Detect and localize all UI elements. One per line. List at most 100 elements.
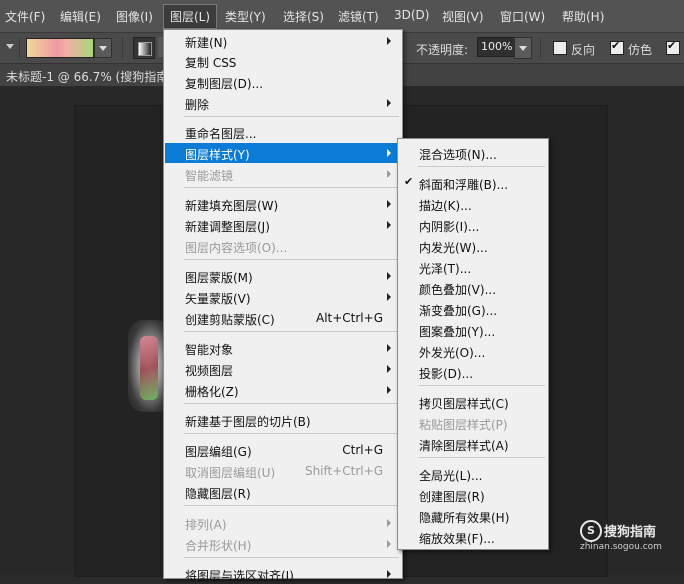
menu-item-label: 排列(A) — [185, 518, 227, 532]
submenu-item-clear-layer-style[interactable]: 清除图层样式(A) — [399, 434, 547, 454]
menu-item-align-to-selection[interactable]: 将图层与选区对齐(I) — [165, 564, 401, 584]
submenu-item-hide-all-effects[interactable]: 隐藏所有效果(H) — [399, 506, 547, 526]
divider — [122, 37, 123, 59]
menu-item-label: 隐藏图层(R) — [185, 487, 251, 501]
menu-item-layer-mask[interactable]: 图层蒙版(M) — [165, 266, 401, 286]
menu-item-label: 斜面和浮雕(B)... — [419, 178, 509, 192]
menu-window[interactable]: 窗口(W) — [500, 8, 545, 25]
menu-item-new-adjustment-layer[interactable]: 新建调整图层(J) — [165, 215, 401, 235]
linear-gradient-button[interactable] — [133, 37, 155, 59]
menu-item-rasterize[interactable]: 栅格化(Z) — [165, 380, 401, 400]
submenu-item-outer-glow[interactable]: 外发光(O)... — [399, 341, 547, 361]
check-icon: ✔ — [404, 175, 414, 188]
submenu-item-global-light[interactable]: 全局光(L)... — [399, 464, 547, 484]
gradient-swatch[interactable] — [26, 38, 94, 58]
menu-item-delete[interactable]: 删除 — [165, 93, 401, 113]
submenu-item-pattern-overlay[interactable]: 图案叠加(Y)... — [399, 320, 547, 340]
menu-item-hide-layers[interactable]: 隐藏图层(R) — [165, 482, 401, 502]
submenu-item-inner-glow[interactable]: 内发光(W)... — [399, 236, 547, 256]
reverse-checkbox[interactable] — [553, 41, 567, 55]
divider — [540, 37, 541, 59]
layer-style-submenu: 混合选项(N)... ✔ 斜面和浮雕(B)... 描边(K)... 内阴影(I).… — [397, 138, 549, 550]
menu-item-layer-content-options[interactable]: 图层内容选项(O)... — [165, 236, 401, 256]
menu-item-label: 新建填充图层(W) — [185, 199, 279, 213]
sogou-watermark: S 搜狗指南 zhinan.sogou.com — [580, 520, 680, 556]
submenu-arrow-icon — [387, 200, 391, 208]
menu-item-duplicate-layer[interactable]: 复制图层(D)... — [165, 72, 401, 92]
watermark-name: 搜狗指南 — [604, 525, 657, 540]
menu-item-new-layer-slice[interactable]: 新建基于图层的切片(B) — [165, 410, 401, 430]
submenu-item-satin[interactable]: 光泽(T)... — [399, 257, 547, 277]
linear-gradient-icon — [138, 42, 152, 56]
menu-item-new[interactable]: 新建(N) — [165, 31, 401, 51]
gradient-picker-dropdown[interactable] — [94, 38, 112, 58]
menu-3d[interactable]: 3D(D) — [394, 8, 429, 22]
submenu-item-inner-shadow[interactable]: 内阴影(I)... — [399, 215, 547, 235]
menu-item-new-fill-layer[interactable]: 新建填充图层(W) — [165, 194, 401, 214]
opacity-input[interactable]: 100% — [477, 37, 516, 57]
submenu-arrow-icon — [387, 570, 391, 578]
menu-item-label: 粘贴图层样式(P) — [419, 418, 508, 432]
submenu-arrow-icon — [387, 149, 391, 157]
submenu-arrow-icon — [387, 344, 391, 352]
menu-item-label: 图案叠加(Y)... — [419, 325, 496, 339]
menu-item-layer-style[interactable]: 图层样式(Y) — [165, 143, 401, 163]
menu-separator — [418, 385, 545, 386]
submenu-item-paste-layer-style[interactable]: 粘贴图层样式(P) — [399, 413, 547, 433]
menu-item-rename-layer[interactable]: 重命名图层... — [165, 122, 401, 142]
menu-item-video-layer[interactable]: 视频图层 — [165, 359, 401, 379]
menu-filter[interactable]: 滤镜(T) — [338, 8, 379, 25]
menu-item-vector-mask[interactable]: 矢量蒙版(V) — [165, 287, 401, 307]
submenu-item-gradient-overlay[interactable]: 渐变叠加(G)... — [399, 299, 547, 319]
submenu-item-blending-options[interactable]: 混合选项(N)... — [399, 143, 547, 163]
submenu-item-create-layer[interactable]: 创建图层(R) — [399, 485, 547, 505]
divider — [19, 37, 20, 59]
menu-separator — [184, 331, 399, 332]
menu-file[interactable]: 文件(F) — [5, 8, 45, 25]
menu-item-label: 创建剪贴蒙版(C) — [185, 313, 275, 327]
layer-menu-dropdown: 新建(N) 复制 CSS 复制图层(D)... 删除 重命名图层... 图层样式… — [163, 29, 403, 583]
submenu-item-scale-effects[interactable]: 缩放效果(F)... — [399, 527, 547, 547]
transparency-checkbox[interactable] — [666, 39, 680, 55]
submenu-item-bevel-emboss[interactable]: ✔ 斜面和浮雕(B)... — [399, 173, 547, 193]
menu-layer[interactable]: 图层(L) — [163, 4, 218, 29]
menu-select[interactable]: 选择(S) — [283, 8, 324, 25]
menu-image[interactable]: 图像(I) — [116, 8, 153, 25]
submenu-item-drop-shadow[interactable]: 投影(D)... — [399, 362, 547, 382]
menu-item-arrange[interactable]: 排列(A) — [165, 513, 401, 533]
menu-item-create-clipping-mask[interactable]: 创建剪贴蒙版(C) Alt+Ctrl+G — [165, 308, 401, 328]
submenu-arrow-icon — [387, 170, 391, 178]
submenu-arrow-icon — [387, 221, 391, 229]
menu-item-label: 删除 — [185, 98, 210, 112]
submenu-item-color-overlay[interactable]: 颜色叠加(V)... — [399, 278, 547, 298]
opacity-label: 不透明度: — [416, 43, 469, 57]
menu-item-copy-css[interactable]: 复制 CSS — [165, 51, 401, 71]
menu-item-label: 新建(N) — [185, 36, 228, 50]
menu-type[interactable]: 类型(Y) — [225, 8, 266, 25]
menu-item-smart-filter[interactable]: 智能滤镜 — [165, 164, 401, 184]
menu-help[interactable]: 帮助(H) — [562, 8, 604, 25]
menu-item-label: 隐藏所有效果(H) — [419, 511, 510, 525]
menu-item-label: 重命名图层... — [185, 127, 257, 141]
menu-view[interactable]: 视图(V) — [442, 8, 484, 25]
menu-item-label: 全局光(L)... — [419, 469, 483, 483]
tool-preset-dropdown-icon[interactable] — [6, 44, 14, 49]
menu-item-label: 复制图层(D)... — [185, 77, 264, 91]
dither-checkbox[interactable] — [610, 39, 624, 55]
sogou-logo-icon: S — [580, 520, 602, 542]
submenu-item-stroke[interactable]: 描边(K)... — [399, 194, 547, 214]
menu-item-label: 合并形状(H) — [185, 539, 252, 553]
submenu-arrow-icon — [387, 272, 391, 280]
submenu-item-copy-layer-style[interactable]: 拷贝图层样式(C) — [399, 392, 547, 412]
submenu-arrow-icon — [387, 37, 391, 45]
menu-edit[interactable]: 编辑(E) — [60, 8, 101, 25]
menu-item-smart-object[interactable]: 智能对象 — [165, 338, 401, 358]
menu-item-label: 光泽(T)... — [419, 262, 472, 276]
menu-item-combine-shapes[interactable]: 合并形状(H) — [165, 534, 401, 554]
menu-item-label: 投影(D)... — [419, 367, 474, 381]
menu-item-shortcut: Alt+Ctrl+G — [315, 311, 383, 325]
opacity-dropdown[interactable] — [514, 37, 532, 59]
menu-item-ungroup-layers[interactable]: 取消图层编组(U) Shift+Ctrl+G — [165, 461, 401, 481]
menu-item-group-layers[interactable]: 图层编组(G) Ctrl+G — [165, 440, 401, 460]
watermark-url: zhinan.sogou.com — [580, 542, 662, 552]
